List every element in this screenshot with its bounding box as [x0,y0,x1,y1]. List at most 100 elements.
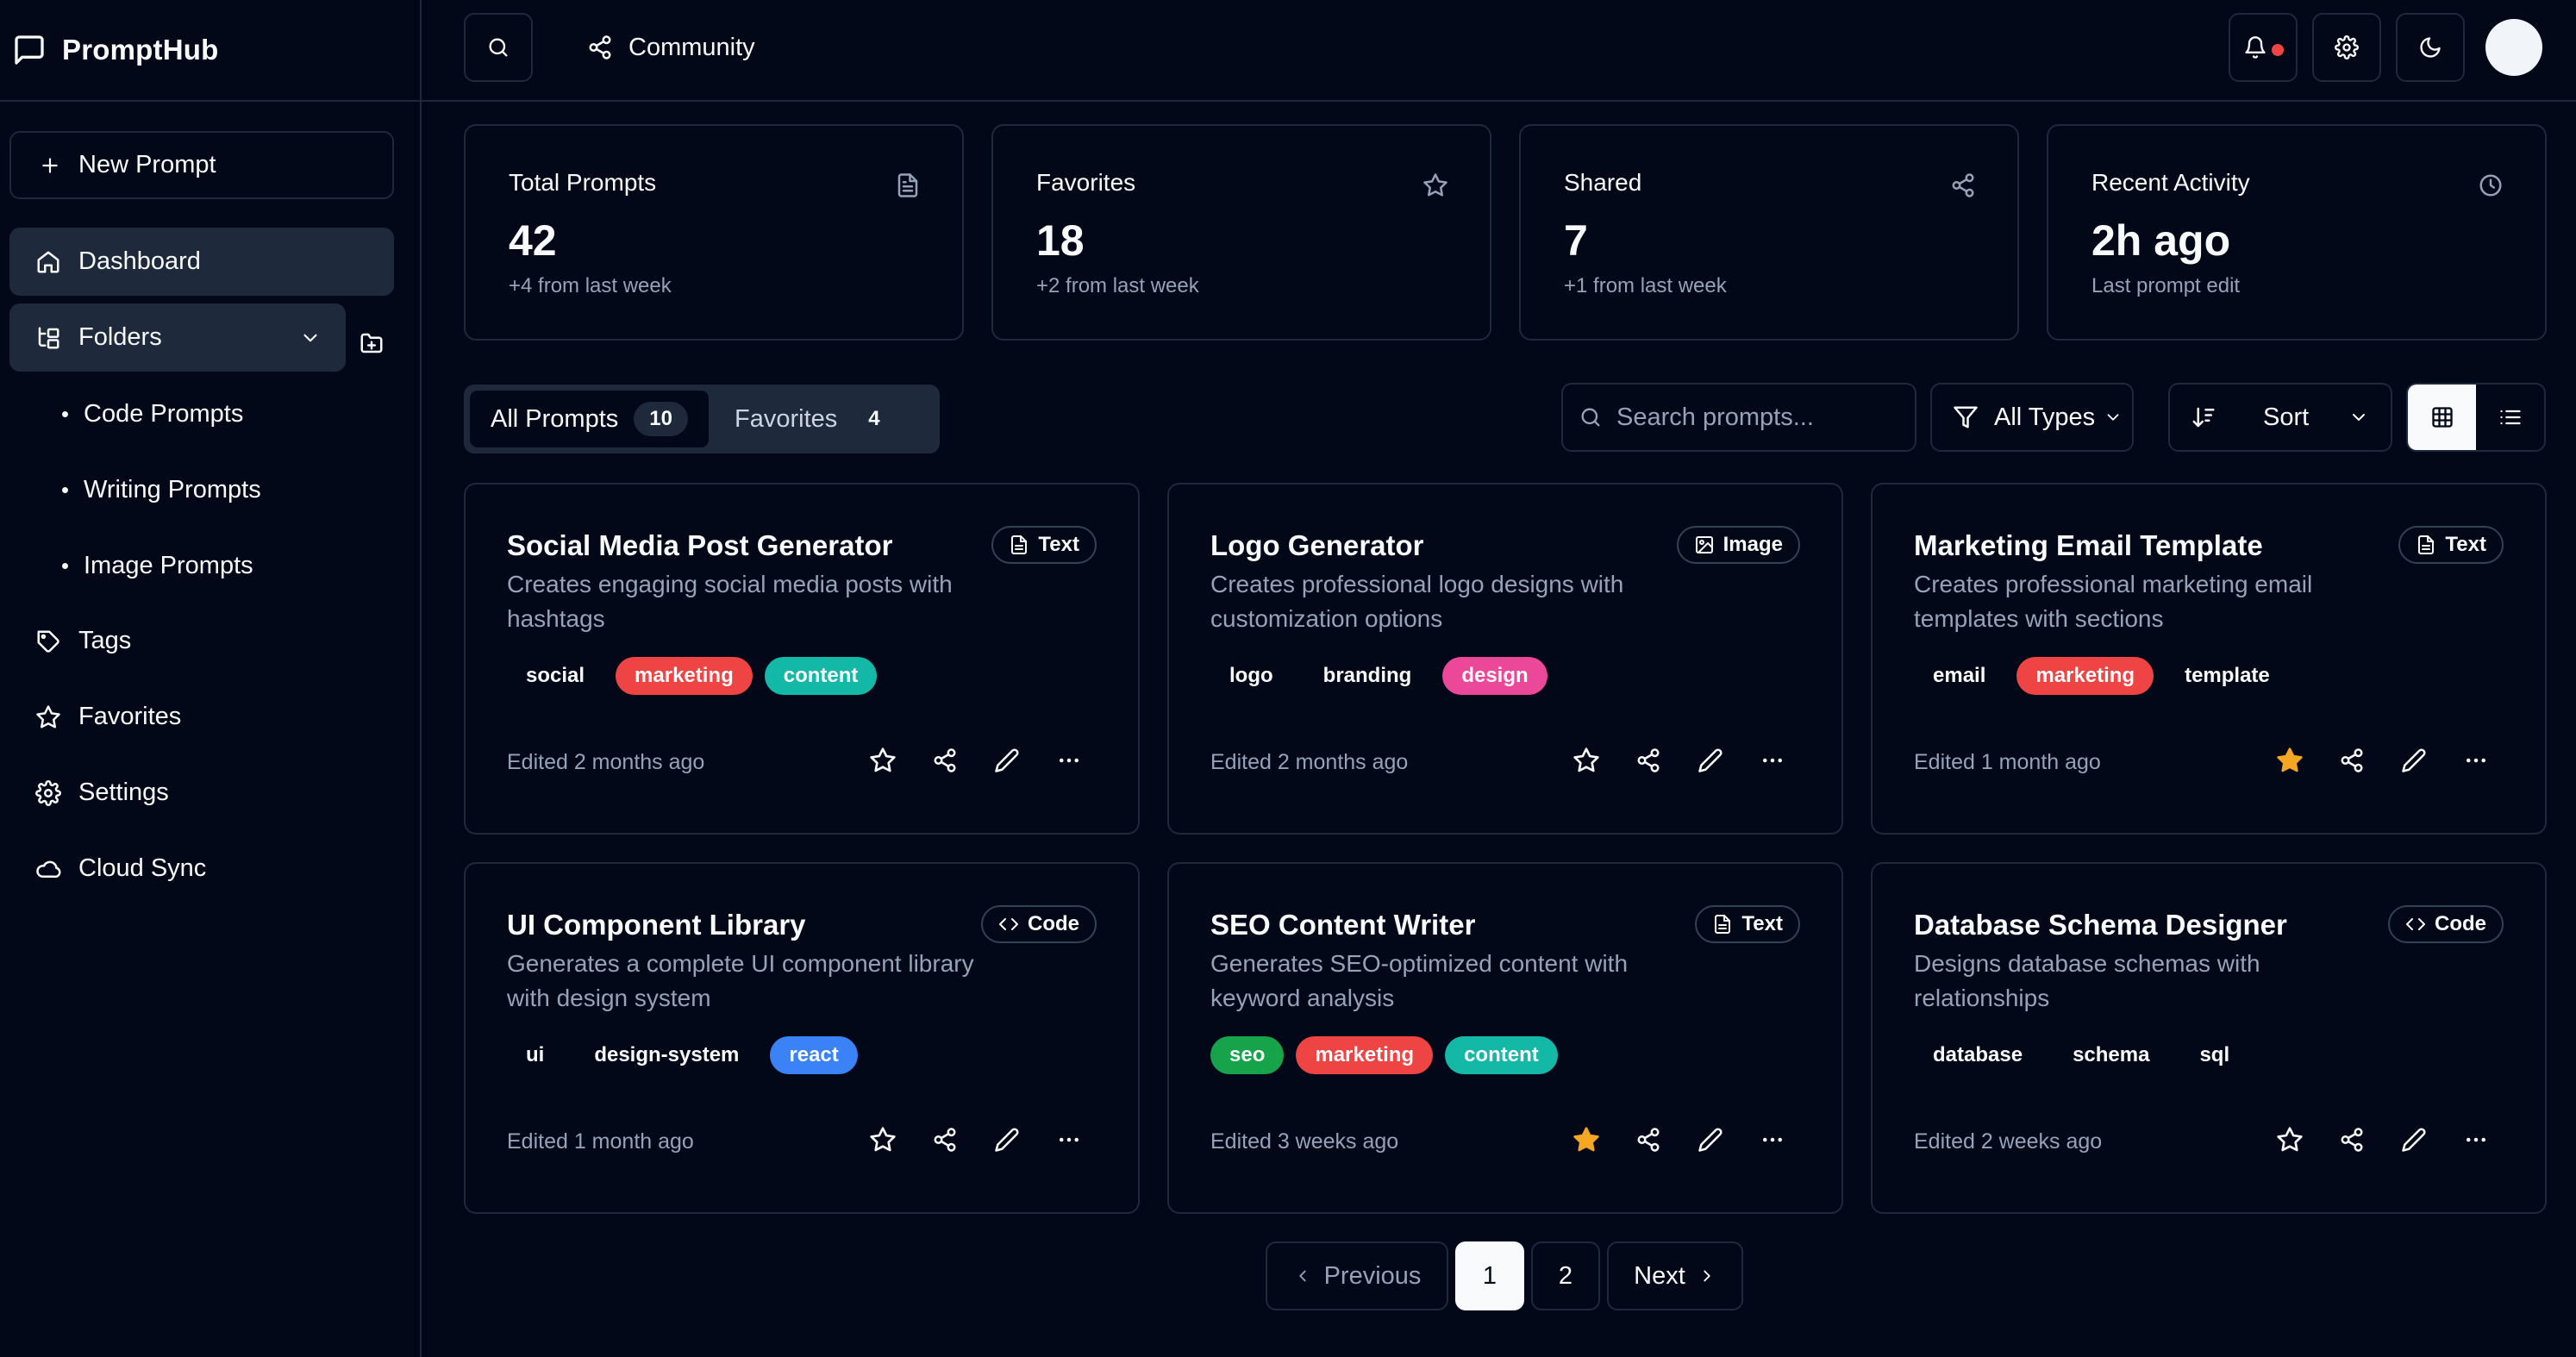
tag-badge[interactable]: design [1442,657,1547,695]
tag-badge[interactable]: database [1914,1036,2041,1074]
more-options-button[interactable] [1052,1122,1086,1157]
folder-tree-icon [35,325,61,351]
chevron-down-icon[interactable] [299,327,322,349]
favorite-button[interactable] [2273,743,2307,778]
favorite-button[interactable] [866,1122,900,1157]
share-button[interactable] [2335,743,2369,778]
theme-toggle-button[interactable] [2396,13,2465,82]
more-options-button[interactable] [1755,743,1790,778]
prompt-card[interactable]: SEO Content Writer Generates SEO-optimiz… [1167,862,1843,1214]
cloud-icon [35,856,61,882]
tag-badge[interactable]: marketing [616,657,753,695]
tag-badge[interactable]: branding [1304,657,1431,695]
tag-badge[interactable]: marketing [1296,1036,1434,1074]
tab-favorites[interactable]: Favorites 4 [714,391,916,447]
new-folder-button[interactable] [349,321,394,366]
stat-card-shared: Shared 7 +1 from last week [1519,124,2019,341]
edit-button[interactable] [990,743,1024,778]
favorite-button[interactable] [866,743,900,778]
folder-item-image-prompts[interactable]: Image Prompts [62,541,253,590]
new-prompt-button[interactable]: New Prompt [9,131,394,199]
tag-badge[interactable]: design-system [575,1036,758,1074]
type-filter-select[interactable]: All Types [1930,383,2134,452]
sidebar-item-favorites[interactable]: Favorites [9,683,394,751]
tag-badge[interactable]: ui [507,1036,563,1074]
tab-count-badge: 10 [634,402,688,436]
tag-list: social marketing content [507,657,878,695]
stat-subtext: +2 from last week [1036,274,1199,297]
notifications-button[interactable] [2229,13,2298,82]
tab-label: Favorites [735,404,838,433]
community-link[interactable]: Community [587,22,755,73]
card-description: Creates professional marketing email tem… [1914,571,2313,632]
sidebar-item-cloud-sync[interactable]: Cloud Sync [9,835,394,903]
folder-item-code-prompts[interactable]: Code Prompts [62,390,243,438]
more-horizontal-icon [1056,747,1082,773]
previous-page-button[interactable]: Previous [1266,1241,1448,1310]
prompt-card[interactable]: Database Schema Designer Designs databas… [1871,862,2547,1214]
avatar[interactable] [2485,19,2542,76]
tag-badge[interactable]: content [764,657,878,695]
share-button[interactable] [928,743,962,778]
edit-button[interactable] [1693,1122,1728,1157]
card-title: UI Component Library [507,909,806,941]
edit-button[interactable] [990,1122,1024,1157]
tag-badge[interactable]: logo [1210,657,1292,695]
more-options-button[interactable] [2459,743,2493,778]
stat-subtext: +4 from last week [509,274,672,297]
tag-badge[interactable]: schema [2054,1036,2168,1074]
search-button[interactable] [464,13,533,82]
share-button[interactable] [1631,743,1666,778]
stat-card-favorites: Favorites 18 +2 from last week [991,124,1491,341]
search-input[interactable] [1616,403,1892,432]
page-button-2[interactable]: 2 [1531,1241,1600,1310]
view-toggle [2406,383,2546,452]
folder-item-writing-prompts[interactable]: Writing Prompts [62,466,261,514]
edit-button[interactable] [2397,743,2431,778]
tag-icon [35,628,61,654]
favorite-button[interactable] [1569,1122,1604,1157]
sort-select[interactable]: Sort [2168,383,2392,452]
tag-badge[interactable]: seo [1210,1036,1285,1074]
share-button[interactable] [2335,1122,2369,1157]
next-page-button[interactable]: Next [1607,1241,1743,1310]
sort-icon [2191,404,2216,430]
tag-badge[interactable]: marketing [2016,657,2154,695]
tag-badge[interactable]: template [2166,657,2289,695]
sidebar-item-dashboard[interactable]: Dashboard [9,228,394,296]
card-actions [2273,1122,2493,1157]
tab-all-prompts[interactable]: All Prompts 10 [470,391,709,447]
prompt-card[interactable]: Logo Generator Creates professional logo… [1167,483,1843,835]
page-button-1[interactable]: 1 [1455,1241,1524,1310]
edit-button[interactable] [1693,743,1728,778]
code-icon [2405,914,2426,935]
prompt-card[interactable]: UI Component Library Generates a complet… [464,862,1140,1214]
list-view-button[interactable] [2476,385,2544,450]
card-actions [866,743,1086,778]
tag-badge[interactable]: content [1445,1036,1558,1074]
more-options-button[interactable] [1755,1122,1790,1157]
edit-button[interactable] [2397,1122,2431,1157]
sidebar-item-settings[interactable]: Settings [9,759,394,827]
type-label: Text [1741,912,1783,935]
more-options-button[interactable] [1052,743,1086,778]
pencil-icon [2401,1127,2427,1153]
favorite-button[interactable] [1569,743,1604,778]
share-icon [932,1127,958,1153]
more-options-button[interactable] [2459,1122,2493,1157]
sidebar-item-tags[interactable]: Tags [9,607,394,675]
settings-button[interactable] [2312,13,2381,82]
tag-badge[interactable]: social [507,657,603,695]
share-button[interactable] [928,1122,962,1157]
grid-icon [2430,405,2454,429]
grid-view-button[interactable] [2408,385,2476,450]
share-button[interactable] [1631,1122,1666,1157]
tag-badge[interactable]: sql [2180,1036,2248,1074]
favorite-button[interactable] [2273,1122,2307,1157]
prompt-card[interactable]: Marketing Email Template Creates profess… [1871,483,2547,835]
tag-badge[interactable]: email [1914,657,2004,695]
prompt-card[interactable]: Social Media Post Generator Creates enga… [464,483,1140,835]
type-badge: Text [2398,526,2504,564]
sidebar-item-folders[interactable]: Folders [9,303,346,372]
tag-badge[interactable]: react [770,1036,858,1074]
